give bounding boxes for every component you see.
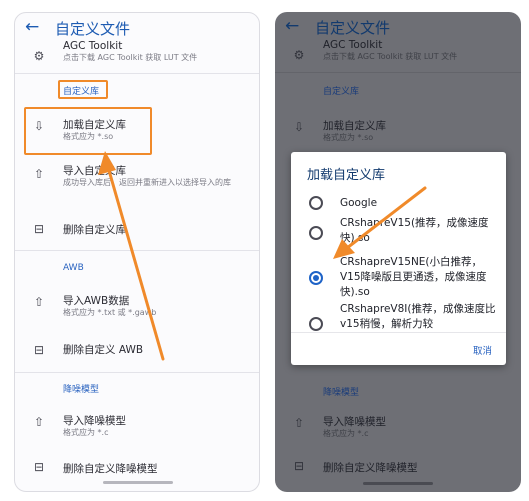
arrow-head — [98, 151, 116, 175]
annotation-arrow — [333, 186, 427, 259]
arrow-shaft — [106, 165, 165, 361]
arrow-head — [333, 239, 355, 259]
right-phone-screen: ← 自定义文件 ⚙ AGC Toolkit 点击下载 AGC Toolkit 获… — [275, 12, 521, 492]
arrow-shaft — [345, 186, 427, 250]
left-phone-screen: ← 自定义文件 ⚙ AGC Toolkit 点击下载 AGC Toolkit 获… — [14, 12, 260, 492]
annotation-arrow — [98, 151, 165, 361]
